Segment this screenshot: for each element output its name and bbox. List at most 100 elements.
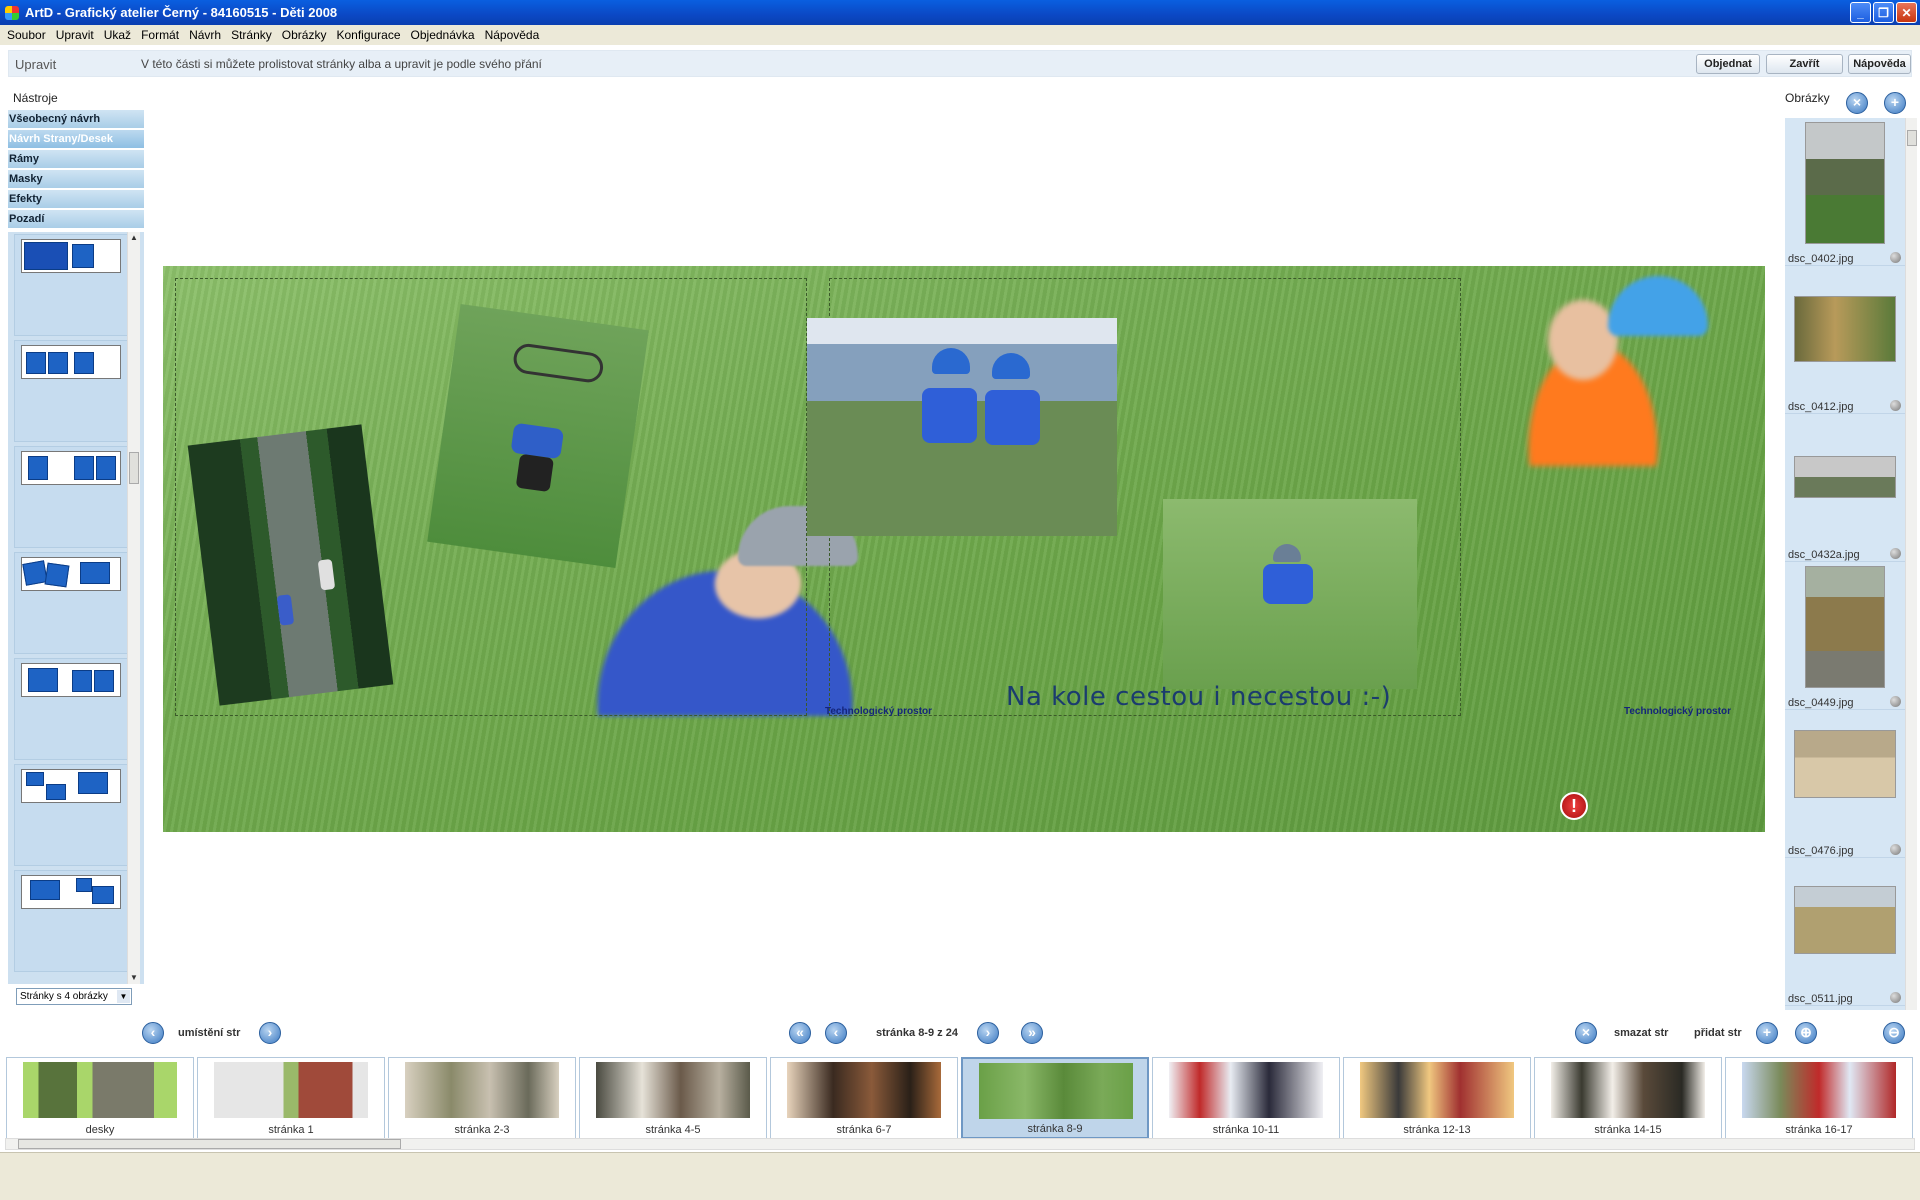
image-thumbnail <box>1794 730 1896 798</box>
filmstrip-label: stránka 16-17 <box>1785 1124 1853 1136</box>
menu-bar: Soubor Upravit Ukaž Formát Návrh Stránky… <box>0 25 1920 45</box>
image-item[interactable]: dsc_0412.jpg <box>1785 266 1905 414</box>
menu-format[interactable]: Formát <box>136 28 184 42</box>
tool-category-effects[interactable]: Efekty <box>8 190 144 209</box>
move-right-icon[interactable]: › <box>259 1022 281 1044</box>
image-item[interactable]: dsc_0476.jpg <box>1785 710 1905 858</box>
window-controls: _ ❐ ✕ <box>1850 2 1917 23</box>
layout-option[interactable] <box>14 870 128 972</box>
layout-scrollbar[interactable]: ▲ ▼ <box>127 232 140 984</box>
tool-category-frames[interactable]: Rámy <box>8 150 144 169</box>
add-page-icon[interactable]: + <box>1756 1022 1778 1044</box>
filmstrip-label: stránka 12-13 <box>1403 1124 1471 1136</box>
chevron-down-icon[interactable]: ▼ <box>117 990 130 1003</box>
last-page-icon[interactable]: » <box>1021 1022 1043 1044</box>
filmstrip-label: stránka 14-15 <box>1594 1124 1662 1136</box>
image-item[interactable]: dsc_0449.jpg <box>1785 562 1905 710</box>
section-title: Upravit <box>15 57 57 72</box>
layout-option[interactable] <box>14 234 128 336</box>
add-page-label: přidat str <box>1694 1027 1742 1039</box>
maximize-icon[interactable]: ❐ <box>1873 2 1894 23</box>
previous-page-icon[interactable]: ‹ <box>825 1022 847 1044</box>
add-icon[interactable]: + <box>1884 92 1906 114</box>
photo-two-boys-lake[interactable] <box>807 318 1117 536</box>
minimize-icon[interactable]: _ <box>1850 2 1871 23</box>
image-filename: dsc_0511.jpg <box>1788 993 1853 1005</box>
image-thumbnail <box>1794 456 1896 498</box>
status-icon <box>1890 696 1901 707</box>
menu-stranky[interactable]: Stránky <box>226 28 277 42</box>
close-icon[interactable]: ✕ <box>1896 2 1917 23</box>
filmstrip-item[interactable]: stránka 2-3 <box>388 1057 576 1139</box>
delete-page-icon[interactable]: × <box>1575 1022 1597 1044</box>
filmstrip-thumbnail <box>1360 1062 1514 1118</box>
image-item[interactable]: dsc_0432a.jpg <box>1785 414 1905 562</box>
page-layout-select[interactable]: Stránky s 4 obrázky ▼ <box>16 988 132 1005</box>
move-left-icon[interactable]: ‹ <box>142 1022 164 1044</box>
scroll-thumb[interactable] <box>1907 130 1917 146</box>
status-bar <box>0 1152 1920 1200</box>
filmstrip-label: stránka 1 <box>268 1124 314 1136</box>
status-icon <box>1890 400 1901 411</box>
image-item[interactable]: dsc_0402.jpg <box>1785 118 1905 266</box>
tool-category-masks[interactable]: Masky <box>8 170 144 189</box>
menu-konfigurace[interactable]: Konfigurace <box>331 28 405 42</box>
filmstrip-item[interactable]: stránka 6-7 <box>770 1057 958 1139</box>
image-filename: dsc_0449.jpg <box>1788 697 1854 709</box>
menu-ukaz[interactable]: Ukaž <box>99 28 136 42</box>
layout-option[interactable] <box>14 552 128 654</box>
app-icon <box>5 5 19 20</box>
section-hint: V této části si můžete prolistovat strán… <box>141 57 542 71</box>
zoom-out-icon[interactable]: ⊖ <box>1883 1022 1905 1044</box>
menu-soubor[interactable]: Soubor <box>2 28 51 42</box>
placement-label: umístění str <box>178 1027 241 1039</box>
photo-boy-in-grass[interactable] <box>427 303 649 569</box>
layout-option[interactable] <box>14 764 128 866</box>
filmstrip-item[interactable]: stránka 1 <box>197 1057 385 1139</box>
first-page-icon[interactable]: « <box>789 1022 811 1044</box>
layout-option[interactable] <box>14 446 128 548</box>
page-filmstrip: desky stránka 1 stránka 2-3 stránka 4-5 … <box>0 1054 1920 1139</box>
scroll-thumb[interactable] <box>129 452 139 484</box>
close-button[interactable]: Zavřít <box>1766 54 1843 74</box>
layout-option[interactable] <box>14 658 128 760</box>
menu-napoveda[interactable]: Nápověda <box>480 28 545 42</box>
tool-category-page-design[interactable]: Návrh Strany/Desek <box>8 130 144 149</box>
photo-forest-road[interactable] <box>187 424 394 706</box>
menu-navrh[interactable]: Návrh <box>184 28 226 42</box>
menu-objednavka[interactable]: Objednávka <box>406 28 480 42</box>
filmstrip-scrollbar[interactable] <box>5 1138 1915 1150</box>
layout-option[interactable] <box>14 340 128 442</box>
album-caption[interactable]: Na kole cestou i necestou :-) <box>1006 682 1391 712</box>
remove-icon[interactable]: × <box>1846 92 1868 114</box>
photo-boy-bike-field[interactable] <box>1163 499 1417 689</box>
scroll-down-icon[interactable]: ▼ <box>128 972 140 984</box>
tool-category-background[interactable]: Pozadí <box>8 210 144 229</box>
image-item[interactable]: dsc_0511.jpg <box>1785 858 1905 1006</box>
filmstrip-thumbnail <box>23 1062 177 1118</box>
menu-upravit[interactable]: Upravit <box>51 28 99 42</box>
filmstrip-item[interactable]: desky <box>6 1057 194 1139</box>
filmstrip-item-active[interactable]: stránka 8-9 <box>961 1057 1149 1139</box>
filmstrip-item[interactable]: stránka 16-17 <box>1725 1057 1913 1139</box>
image-thumbnail <box>1794 296 1896 362</box>
next-page-icon[interactable]: › <box>977 1022 999 1044</box>
images-scrollbar[interactable] <box>1905 118 1917 1010</box>
tool-category-general[interactable]: Všeobecný návrh <box>8 110 144 129</box>
warning-icon[interactable]: ! <box>1560 792 1588 820</box>
scroll-thumb[interactable] <box>18 1139 401 1149</box>
filmstrip-item[interactable]: stránka 10-11 <box>1152 1057 1340 1139</box>
filmstrip-label: desky <box>85 1124 115 1136</box>
filmstrip-item[interactable]: stránka 12-13 <box>1343 1057 1531 1139</box>
order-button[interactable]: Objednat <box>1696 54 1760 74</box>
album-spread[interactable]: Na kole cestou i necestou :-) Technologi… <box>163 266 1765 832</box>
zoom-in-icon[interactable]: ⊕ <box>1795 1022 1817 1044</box>
menu-obrazky[interactable]: Obrázky <box>277 28 332 42</box>
layout-list <box>8 232 144 984</box>
filmstrip-item[interactable]: stránka 4-5 <box>579 1057 767 1139</box>
left-tech-label: Technologický prostor <box>825 706 933 717</box>
layout-preview <box>21 239 121 273</box>
filmstrip-item[interactable]: stránka 14-15 <box>1534 1057 1722 1139</box>
scroll-up-icon[interactable]: ▲ <box>128 232 140 244</box>
help-button[interactable]: Nápověda <box>1848 54 1911 74</box>
